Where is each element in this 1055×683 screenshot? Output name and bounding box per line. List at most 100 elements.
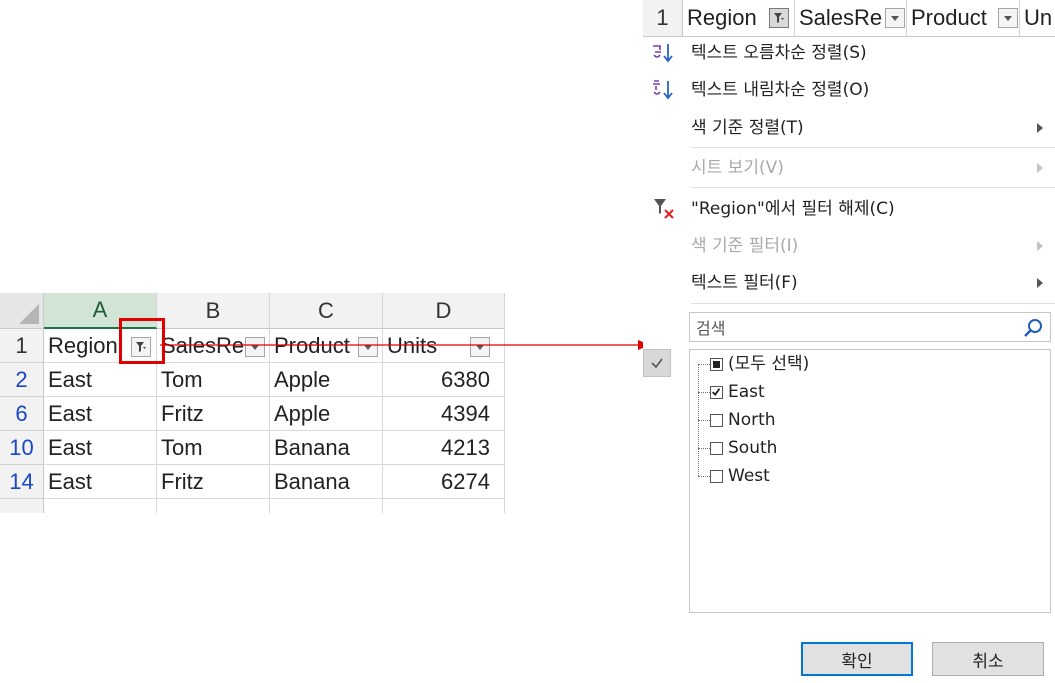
submenu-arrow-icon xyxy=(1037,278,1043,288)
header-cell-units[interactable]: Un xyxy=(1020,0,1055,36)
table-cell[interactable]: 4213 xyxy=(383,431,505,465)
ok-button[interactable]: 확인 xyxy=(801,642,913,676)
table-cell[interactable]: Apple xyxy=(270,397,383,431)
table-cell[interactable]: East xyxy=(44,465,157,499)
table-cell[interactable]: Tom xyxy=(157,431,270,465)
cell-text: East xyxy=(48,469,93,494)
list-item-label: South xyxy=(728,438,778,458)
column-letter: D xyxy=(435,297,452,323)
filter-dropdown-button-product[interactable] xyxy=(998,8,1018,28)
table-cell[interactable]: Fritz xyxy=(157,397,270,431)
table-cell[interactable]: 6274 xyxy=(383,465,505,499)
magnifier-icon[interactable] xyxy=(1022,317,1044,339)
list-item-west[interactable]: West xyxy=(728,464,770,488)
cell-text: East xyxy=(48,435,93,460)
list-item-label: West xyxy=(728,466,770,486)
table-cell[interactable]: East xyxy=(44,363,157,397)
cell-text: 6274 xyxy=(441,469,490,494)
row-header[interactable]: 6 xyxy=(0,397,44,431)
menu-item-sort-descending[interactable]: 텍스트 내림차순 정렬(O) xyxy=(691,78,1055,102)
column-header-b[interactable]: B xyxy=(157,293,270,329)
menu-item-sort-by-color[interactable]: 색 기준 정렬(T) xyxy=(691,116,1055,140)
tree-line xyxy=(698,476,710,477)
list-item-select-all[interactable]: (모두 선택) xyxy=(728,352,809,376)
checkmark-icon xyxy=(712,388,721,396)
table-cell xyxy=(383,499,505,513)
row-header[interactable]: 10 xyxy=(0,431,44,465)
tree-line xyxy=(698,448,710,449)
button-label: 취소 xyxy=(972,651,1004,672)
menu-item-text-filter[interactable]: 텍스트 필터(F) xyxy=(691,271,1055,295)
row-number: 1 xyxy=(15,332,28,358)
filter-dropdown-button-salesrep[interactable] xyxy=(885,8,905,28)
menu-separator xyxy=(691,147,1055,148)
menu-label: 시트 보기(V) xyxy=(691,158,784,178)
cell-text: Apple xyxy=(274,401,331,426)
table-cell[interactable]: Apple xyxy=(270,363,383,397)
table-cell[interactable]: 6380 xyxy=(383,363,505,397)
column-header-d[interactable]: D xyxy=(383,293,505,329)
menu-label: 색 기준 필터(I) xyxy=(691,236,799,256)
submenu-arrow-icon xyxy=(1037,241,1043,251)
header-text: Region xyxy=(48,333,118,358)
menu-item-filter-by-color: 색 기준 필터(I) xyxy=(691,234,1055,258)
row-header-1[interactable]: 1 xyxy=(643,0,683,36)
row-number: 1 xyxy=(656,5,669,30)
row-number: 6 xyxy=(15,400,28,426)
table-cell xyxy=(157,499,270,513)
list-item-north[interactable]: North xyxy=(728,408,776,432)
cancel-button[interactable]: 취소 xyxy=(932,642,1044,676)
checkbox-south[interactable] xyxy=(710,442,723,455)
menu-item-clear-filter[interactable]: "Region"에서 필터 해제(C) xyxy=(691,197,1055,221)
row-header-1[interactable]: 1 xyxy=(0,329,44,363)
table-cell[interactable]: Tom xyxy=(157,363,270,397)
cell-text: East xyxy=(48,367,93,392)
row-header-partial xyxy=(0,499,44,513)
column-letter: C xyxy=(318,297,334,323)
sort-ascending-icon xyxy=(653,44,673,63)
checkmark-indicator xyxy=(643,349,671,377)
filter-value-list: (모두 선택) East North South West xyxy=(689,349,1051,613)
table-cell[interactable]: Banana xyxy=(270,465,383,499)
header-text: SalesRe xyxy=(799,5,883,30)
list-item-label: North xyxy=(728,410,776,430)
header-text: Product xyxy=(911,5,987,30)
cell-text: Banana xyxy=(274,469,350,494)
table-cell[interactable]: 4394 xyxy=(383,397,505,431)
select-all-corner[interactable] xyxy=(0,293,44,329)
panel-header-row: 1 Region SalesRe Product Un xyxy=(643,0,1055,37)
cell-text: 4394 xyxy=(441,401,490,426)
menu-item-sort-ascending[interactable]: 텍스트 오름차순 정렬(S) xyxy=(691,41,1055,65)
select-all-checkbox[interactable] xyxy=(710,358,723,371)
submenu-arrow-icon xyxy=(1037,163,1043,173)
column-header-c[interactable]: C xyxy=(270,293,383,329)
menu-separator xyxy=(691,187,1055,188)
sort-descending-icon xyxy=(653,80,673,100)
column-letter: A xyxy=(92,297,108,322)
checkbox-east[interactable] xyxy=(710,386,723,399)
table-cell[interactable]: East xyxy=(44,431,157,465)
table-cell[interactable]: Banana xyxy=(270,431,383,465)
header-text: Region xyxy=(687,5,757,30)
menu-separator xyxy=(691,303,1055,304)
row-header[interactable]: 14 xyxy=(0,465,44,499)
search-input[interactable] xyxy=(690,313,1018,343)
row-header[interactable]: 2 xyxy=(0,363,44,397)
funnel-icon xyxy=(774,13,784,23)
clear-filter-icon xyxy=(654,199,674,219)
table-cell[interactable]: East xyxy=(44,397,157,431)
filter-active-button-region[interactable] xyxy=(769,8,789,28)
row-number: 2 xyxy=(15,366,28,392)
checkbox-west[interactable] xyxy=(710,470,723,483)
checkbox-north[interactable] xyxy=(710,414,723,427)
list-item-label: East xyxy=(728,382,765,402)
tree-line xyxy=(698,420,710,421)
chevron-down-icon xyxy=(1004,16,1012,21)
highlight-box xyxy=(119,318,165,364)
list-item-south[interactable]: South xyxy=(728,436,777,460)
list-item-east[interactable]: East xyxy=(728,380,765,404)
spreadsheet-grid: A B C D 1 Region SalesRe Product Units 2… xyxy=(0,293,505,513)
row-number: 10 xyxy=(9,434,34,460)
table-cell[interactable]: Fritz xyxy=(157,465,270,499)
cell-text: 4213 xyxy=(441,435,490,460)
